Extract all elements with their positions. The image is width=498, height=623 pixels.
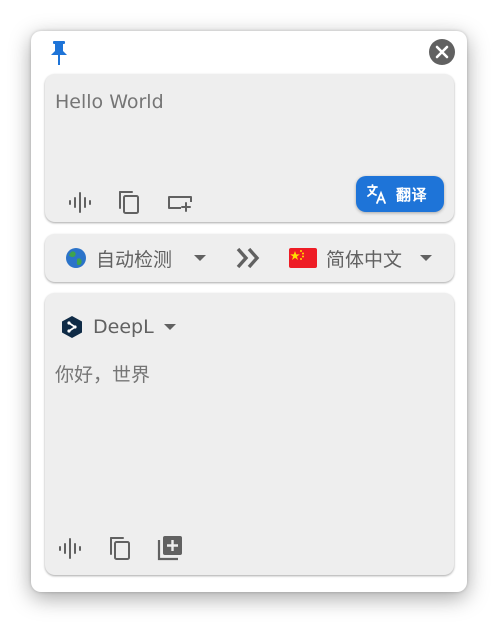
target-language-select[interactable]: 简体中文 [289, 234, 433, 282]
target-language-label: 简体中文 [326, 248, 403, 271]
add-icon [157, 536, 182, 561]
chevron-down-icon [194, 255, 207, 261]
translate-button[interactable]: 翻译 [356, 176, 444, 212]
result-panel: DeepL 你好，世界 [45, 293, 454, 575]
engine-name: DeepL [93, 316, 154, 338]
result-copy-button[interactable] [107, 534, 133, 562]
engine-select[interactable]: DeepL [61, 315, 176, 339]
language-bar: 自动检测 简体中文 [45, 234, 454, 282]
speak-icon [59, 538, 81, 559]
source-copy-button[interactable] [116, 188, 142, 216]
result-text: 你好，世界 [55, 364, 151, 386]
double-chevron-right-icon [236, 247, 260, 269]
chevron-down-icon [163, 324, 176, 330]
source-insert-button[interactable] [166, 189, 194, 215]
source-speak-button[interactable] [67, 189, 93, 215]
translator-window: Hello World 翻译 自动检测 简体中文 DeepL 你好，世界 [31, 31, 467, 592]
source-text-input[interactable]: Hello World [55, 91, 164, 113]
close-button[interactable] [429, 39, 455, 65]
pin-icon[interactable] [48, 40, 70, 66]
insert-icon [168, 196, 192, 212]
swap-languages-button[interactable] [235, 246, 263, 274]
chevron-down-icon [420, 255, 433, 261]
source-language-select[interactable]: 自动检测 [65, 234, 207, 282]
translate-icon [367, 184, 386, 204]
globe-icon [66, 248, 86, 268]
china-flag-icon [289, 248, 317, 268]
close-icon [435, 45, 449, 59]
result-speak-button[interactable] [57, 535, 83, 561]
deepl-logo-icon [62, 316, 82, 338]
translate-button-label: 翻译 [396, 185, 428, 204]
source-panel: Hello World 翻译 [45, 74, 454, 222]
result-add-button[interactable] [156, 534, 184, 562]
source-language-label: 自动检测 [96, 248, 173, 271]
copy-icon [119, 191, 139, 214]
speak-icon [69, 192, 91, 213]
copy-icon [110, 537, 130, 560]
